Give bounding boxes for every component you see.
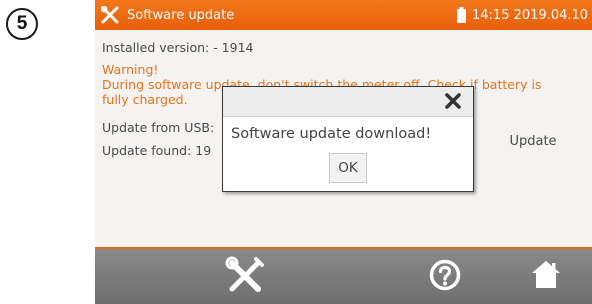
close-icon[interactable] (444, 92, 462, 110)
step-number-badge: 5 (6, 8, 38, 40)
tools-icon (101, 6, 119, 24)
battery-icon (457, 7, 466, 23)
clock-datetime: 14:15 2019.04.10 (472, 8, 589, 23)
ok-button[interactable]: OK (329, 153, 367, 183)
device-screen: Software update 14:15 2019.04.10 Install… (95, 0, 592, 304)
bottom-toolbar (95, 249, 592, 304)
tools-icon[interactable] (225, 256, 265, 296)
warning-text-line2: fully charged. (102, 92, 188, 107)
step-number: 5 (16, 13, 28, 34)
warning-title: Warning! (102, 62, 159, 77)
update-button-label: Update (509, 133, 557, 149)
home-icon[interactable] (530, 258, 562, 290)
title-bar: Software update 14:15 2019.04.10 (95, 0, 592, 30)
window-title: Software update (127, 8, 235, 23)
help-icon[interactable] (429, 259, 461, 291)
download-dialog: Software update download! OK (222, 86, 474, 192)
dialog-message: Software update download! (231, 126, 432, 142)
usb-update-label: Update from USB: (102, 120, 215, 135)
dialog-header (223, 87, 473, 117)
ok-button-label: OK (338, 160, 358, 176)
update-found-label: Update found: 19 (102, 143, 212, 158)
update-button[interactable]: Update (472, 125, 592, 157)
installed-version: Installed version: - 1914 (102, 40, 254, 55)
